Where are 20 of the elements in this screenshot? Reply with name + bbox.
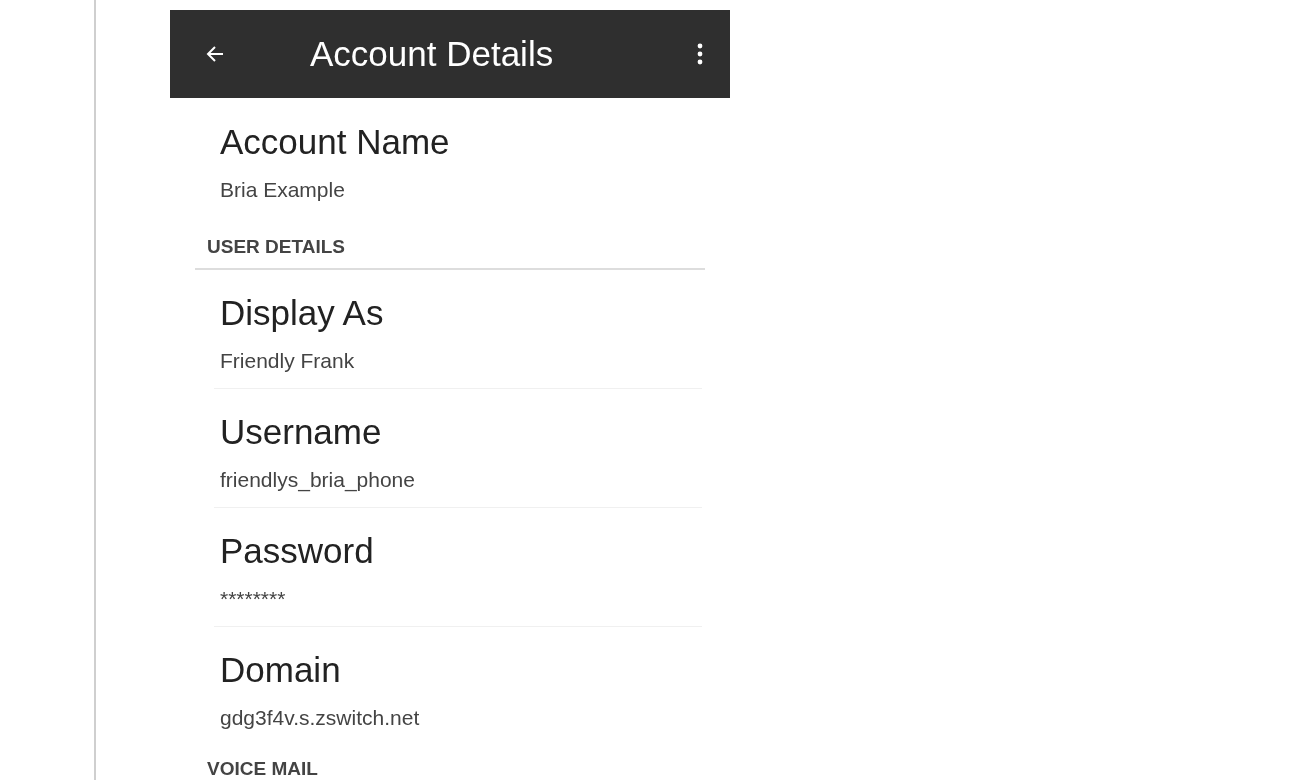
- setting-value: Friendly Frank: [220, 348, 356, 374]
- setting-value: gdg3f4v.s.zswitch.net: [220, 705, 421, 731]
- setting-item[interactable]: Display As Friendly Frank: [214, 270, 702, 389]
- setting-value: Bria Example: [220, 177, 346, 203]
- more-icon: [697, 43, 703, 65]
- setting-label: Account Name: [220, 121, 451, 163]
- setting-item[interactable]: Account Name Bria Example: [214, 98, 702, 218]
- setting-item[interactable]: Username friendlys_bria_phone: [214, 389, 702, 508]
- setting-value: friendlys_bria_phone: [220, 467, 416, 494]
- setting-value: ********: [220, 586, 287, 612]
- screen-title: Account Details: [310, 34, 555, 74]
- section-header: VOICE MAIL: [207, 757, 318, 780]
- setting-label: Password: [220, 530, 375, 572]
- section-header: USER DETAILS: [207, 235, 345, 259]
- setting-label: Domain: [220, 649, 342, 691]
- setting-label: Username: [220, 411, 383, 453]
- setting-item[interactable]: Domain gdg3f4v.s.zswitch.net: [214, 627, 702, 746]
- setting-label: Display As: [220, 292, 385, 334]
- setting-item[interactable]: Password ********: [214, 508, 702, 627]
- back-arrow-icon: [205, 44, 225, 64]
